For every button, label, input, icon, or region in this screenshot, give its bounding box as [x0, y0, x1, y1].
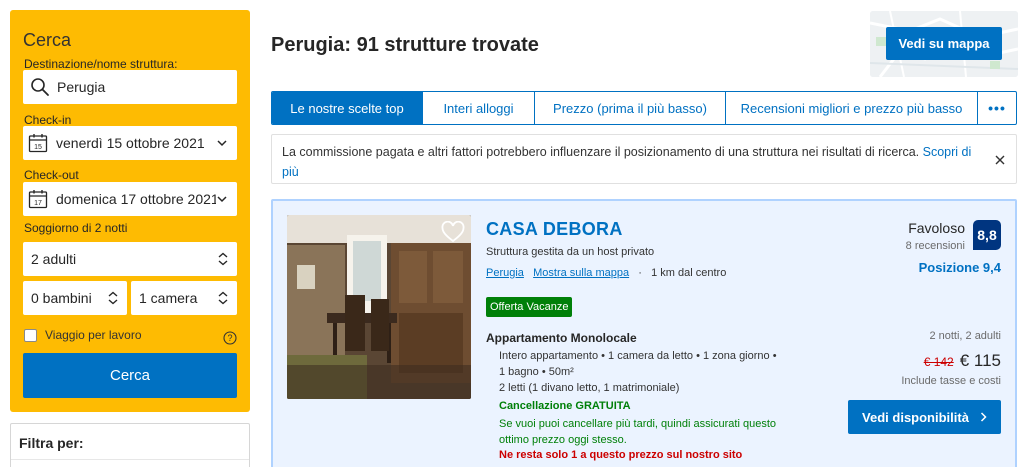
see-availability-label: Vedi disponibilità — [862, 409, 969, 425]
search-icon — [31, 78, 49, 96]
up-down-arrows-icon — [218, 291, 228, 305]
free-cancellation-text: Se vuoi puoi cancellare più tardi, quind… — [499, 418, 776, 446]
deal-badge: Offerta Vacanze — [486, 297, 573, 317]
stay-length: Soggiorno di 2 notti — [24, 221, 128, 235]
rating-word: Favoloso — [908, 220, 965, 236]
notice-text: La commissione pagata e altri fattori po… — [282, 145, 923, 159]
host-info: Struttura gestita da un host privato — [486, 246, 655, 258]
rooms-select[interactable]: 1 camera — [131, 281, 237, 315]
checkin-label: Check-in — [24, 113, 72, 127]
bed-info: 2 letti (1 divano letto, 1 matrimoniale) — [499, 382, 680, 394]
svg-text:17: 17 — [34, 200, 42, 207]
up-down-arrows-icon — [218, 252, 228, 266]
review-count: 8 recensioni — [905, 240, 965, 252]
city-link[interactable]: Perugia — [486, 267, 524, 279]
distance-text: 1 km dal centro — [651, 267, 727, 279]
map-preview[interactable]: Vedi su mappa — [870, 11, 1018, 77]
tab-top-picks[interactable]: Le nostre scelte top — [272, 92, 423, 124]
tab-lowest-price[interactable]: Prezzo (prima il più basso) — [535, 92, 726, 124]
question-mark-icon[interactable]: ? — [223, 331, 237, 345]
ranking-notice: La commissione pagata e altri fattori po… — [271, 134, 1017, 184]
checkout-date-picker[interactable]: 17 domenica 17 ottobre 2021 — [23, 182, 237, 216]
heart-icon[interactable] — [441, 221, 465, 243]
price-row: € 142 € 115 — [924, 351, 1001, 371]
up-down-arrows-icon — [108, 291, 118, 305]
rooms-value: 1 camera — [139, 290, 198, 306]
calendar-icon: 15 — [28, 134, 48, 153]
close-icon[interactable] — [995, 155, 1005, 165]
svg-text:15: 15 — [34, 144, 42, 151]
room-features-line2: 1 bagno • 50m² — [499, 366, 574, 378]
work-trip-checkbox[interactable]: Viaggio per lavoro — [24, 328, 142, 342]
search-panel-title: Cerca — [23, 30, 72, 50]
free-cancellation-title: Cancellazione GRATUITA — [499, 400, 631, 412]
separator-dot: · — [632, 267, 649, 279]
checkout-label: Check-out — [24, 168, 79, 182]
divider — [11, 459, 249, 460]
tab-best-reviewed-lowest-price[interactable]: Recensioni migliori e prezzo più basso — [726, 92, 978, 124]
property-photo[interactable] — [287, 215, 471, 399]
checkbox-box[interactable] — [24, 328, 37, 342]
chevron-down-icon — [217, 140, 227, 147]
view-map-button[interactable]: Vedi su mappa — [886, 27, 1002, 60]
work-trip-label: Viaggio per lavoro — [45, 328, 142, 342]
checkin-date-picker[interactable]: 15 venerdì 15 ottobre 2021 — [23, 126, 237, 160]
room-type: Appartamento Monolocale — [486, 331, 637, 345]
checkin-value: venerdì 15 ottobre 2021 — [56, 135, 205, 151]
destination-value: Perugia — [57, 79, 106, 95]
chevron-right-icon — [980, 412, 987, 422]
room-features-line1: Intero appartamento • 1 camera da letto … — [499, 350, 777, 362]
children-value: 0 bambini — [31, 290, 92, 306]
current-price: € 115 — [959, 351, 1001, 370]
stay-info: 2 notti, 2 adulti — [929, 330, 1001, 342]
review-score-badge[interactable]: 8,8 — [973, 220, 1001, 250]
location-score: Posizione 9,4 — [918, 260, 1001, 275]
page-title: Perugia: 91 strutture trovate — [271, 34, 539, 56]
separator — [527, 267, 530, 279]
calendar-icon: 17 — [28, 190, 48, 209]
chevron-down-icon — [217, 196, 227, 203]
more-options-button[interactable]: ••• — [978, 92, 1016, 124]
checkout-value: domenica 17 ottobre 2021 — [56, 191, 216, 207]
destination-input[interactable]: Perugia — [23, 70, 237, 104]
original-price: € 142 — [923, 355, 954, 369]
room-description: Intero appartamento • 1 camera da letto … — [499, 348, 789, 396]
svg-text:?: ? — [227, 333, 232, 343]
adults-select[interactable]: 2 adulti — [23, 242, 237, 276]
scarcity-message: Ne resta solo 1 a questo prezzo sul nost… — [499, 449, 743, 461]
destination-label: Destinazione/nome struttura: — [24, 57, 178, 71]
search-panel: Cerca Destinazione/nome struttura: Perug… — [10, 10, 250, 412]
adults-value: 2 adulti — [31, 251, 77, 267]
location-line: Perugia Mostra sulla mappa · 1 km dal ce… — [486, 267, 726, 279]
sort-tabs: Le nostre scelte top Interi alloggi Prez… — [271, 91, 1017, 125]
tab-entire-homes[interactable]: Interi alloggi — [423, 92, 535, 124]
filter-panel: Filtra per: — [10, 423, 250, 467]
tax-note: Include tasse e costi — [901, 375, 1001, 387]
see-availability-button[interactable]: Vedi disponibilità — [848, 400, 1001, 434]
search-button[interactable]: Cerca — [23, 353, 237, 398]
show-on-map-link[interactable]: Mostra sulla mappa — [533, 267, 629, 279]
children-select[interactable]: 0 bambini — [23, 281, 127, 315]
property-name-link[interactable]: CASA DEBORA — [486, 219, 623, 240]
property-card: CASA DEBORA Struttura gestita da un host… — [271, 199, 1017, 467]
filter-title: Filtra per: — [19, 435, 84, 451]
